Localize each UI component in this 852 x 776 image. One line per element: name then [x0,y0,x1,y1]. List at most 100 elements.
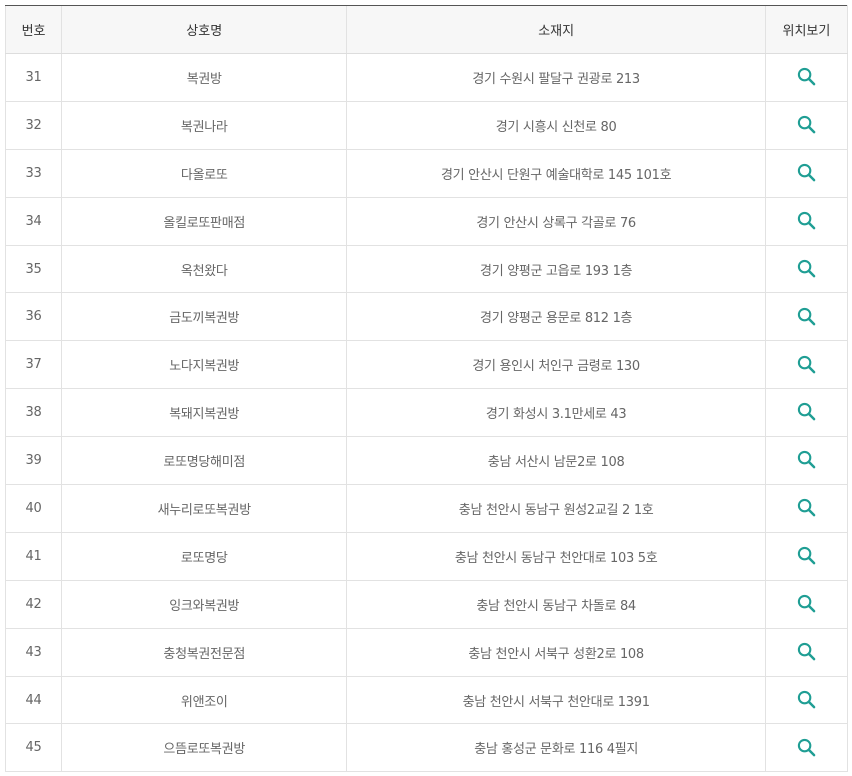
search-icon [797,594,816,613]
view-location-button[interactable] [794,400,818,424]
view-location-button[interactable] [794,496,818,520]
view-location-button[interactable] [794,591,818,615]
view-location-button[interactable] [794,448,818,472]
row-number: 42 [4,580,62,629]
search-icon [797,259,816,278]
location-cell [764,53,849,102]
location-cell [764,101,849,150]
table-row: 37 노다지복권방 경기 용인시 처인구 금령로 130 [4,340,849,390]
store-address: 경기 수원시 팔달구 권광로 213 [346,53,766,102]
location-cell [764,436,849,486]
header-no: 번호 [4,5,62,54]
location-cell [764,245,849,294]
store-name: 새누리로또복권방 [61,484,347,533]
row-number: 32 [4,101,62,150]
table-row: 32 복권나라 경기 시흥시 신천로 80 [4,101,849,150]
row-number: 39 [4,436,62,486]
table-row: 31 복권방 경기 수원시 팔달구 권광로 213 [4,53,849,102]
location-cell [764,340,849,390]
search-icon [797,738,816,756]
store-address: 충남 천안시 동남구 천안대로 103 5호 [346,532,766,581]
store-address: 경기 양평군 용문로 812 1층 [346,292,766,342]
table-row: 39 로또명당해미점 충남 서산시 남문2로 108 [4,436,849,486]
store-name: 노다지복권방 [61,340,347,390]
store-name: 으뜸로또복권방 [61,723,347,773]
table-row: 43 충청복권전문점 충남 천안시 서북구 성환2로 108 [4,628,849,677]
location-cell [764,388,849,438]
header-location: 위치보기 [764,5,849,54]
row-number: 44 [4,676,62,725]
table-body: 31 복권방 경기 수원시 팔달구 권광로 213 32 복권나라 경기 시흥시 신천로 … [4,53,849,773]
store-name: 로또명당 [61,532,347,581]
search-icon [797,115,816,134]
store-address: 충남 천안시 서북구 성환2로 108 [346,628,766,677]
view-location-button[interactable] [794,687,818,711]
row-number: 43 [4,628,62,677]
store-name: 다올로또 [61,149,347,198]
store-address: 경기 화성시 3.1만세로 43 [346,388,766,438]
search-icon [797,451,816,469]
row-number: 38 [4,388,62,438]
store-name: 복권방 [61,53,347,102]
search-icon [797,642,816,661]
store-address: 경기 양평군 고읍로 193 1층 [346,245,766,294]
row-number: 45 [4,723,62,773]
location-cell [764,628,849,677]
location-cell [764,532,849,581]
store-address: 경기 시흥시 신천로 80 [346,101,766,150]
location-cell [764,676,849,725]
search-icon [797,163,816,182]
table-row: 38 복돼지복권방 경기 화성시 3.1만세로 43 [4,388,849,438]
store-address: 경기 안산시 상록구 각골로 76 [346,197,766,246]
view-location-button[interactable] [794,735,818,759]
view-location-button[interactable] [794,208,818,232]
table-row: 45 으뜸로또복권방 충남 홍성군 문화로 116 4필지 [4,723,849,773]
store-address: 충남 천안시 동남구 차돌로 84 [346,580,766,629]
view-location-button[interactable] [794,352,818,376]
table-row: 33 다올로또 경기 안산시 단원구 예술대학로 145 101호 [4,149,849,198]
store-list: 번호 상호명 소재지 위치보기 31 복권방 경기 수원시 팔달구 권광로 213 3… [4,5,849,773]
table-row: 40 새누리로또복권방 충남 천안시 동남구 원성2교길 2 1호 [4,484,849,533]
store-address: 경기 용인시 처인구 금령로 130 [346,340,766,390]
store-address: 충남 천안시 동남구 원성2교길 2 1호 [346,484,766,533]
row-number: 35 [4,245,62,294]
view-location-button[interactable] [794,256,818,280]
row-number: 37 [4,340,62,390]
table-row: 42 잉크와복권방 충남 천안시 동남구 차돌로 84 [4,580,849,629]
table-header-row: 번호 상호명 소재지 위치보기 [4,5,849,54]
view-location-button[interactable] [794,160,818,184]
row-number: 34 [4,197,62,246]
store-name: 올킬로또판매점 [61,197,347,246]
store-name: 위앤조이 [61,676,347,725]
view-location-button[interactable] [794,639,818,663]
table-header: 번호 상호명 소재지 위치보기 [4,5,849,54]
search-icon [797,307,816,325]
search-icon [797,499,816,517]
search-icon [797,355,816,373]
view-location-button[interactable] [794,65,818,89]
row-number: 33 [4,149,62,198]
location-cell [764,484,849,533]
table-row: 35 옥천왔다 경기 양평군 고읍로 193 1층 [4,245,849,294]
table-row: 44 위앤조이 충남 천안시 서북구 천안대로 1391 [4,676,849,725]
view-location-button[interactable] [794,113,818,137]
store-address: 경기 안산시 단원구 예술대학로 145 101호 [346,149,766,198]
store-address: 충남 서산시 남문2로 108 [346,436,766,486]
header-name: 상호명 [61,5,347,54]
table-row: 36 금도끼복권방 경기 양평군 용문로 812 1층 [4,292,849,342]
table-row: 34 올킬로또판매점 경기 안산시 상록구 각골로 76 [4,197,849,246]
row-number: 36 [4,292,62,342]
store-name: 충청복권전문점 [61,628,347,677]
search-icon [797,546,816,565]
location-cell [764,723,849,773]
store-address: 충남 홍성군 문화로 116 4필지 [346,723,766,773]
store-name: 복돼지복권방 [61,388,347,438]
row-number: 40 [4,484,62,533]
view-location-button[interactable] [794,544,818,568]
view-location-button[interactable] [794,304,818,328]
store-name: 옥천왔다 [61,245,347,294]
store-name: 복권나라 [61,101,347,150]
row-number: 31 [4,53,62,102]
location-cell [764,149,849,198]
location-cell [764,580,849,629]
